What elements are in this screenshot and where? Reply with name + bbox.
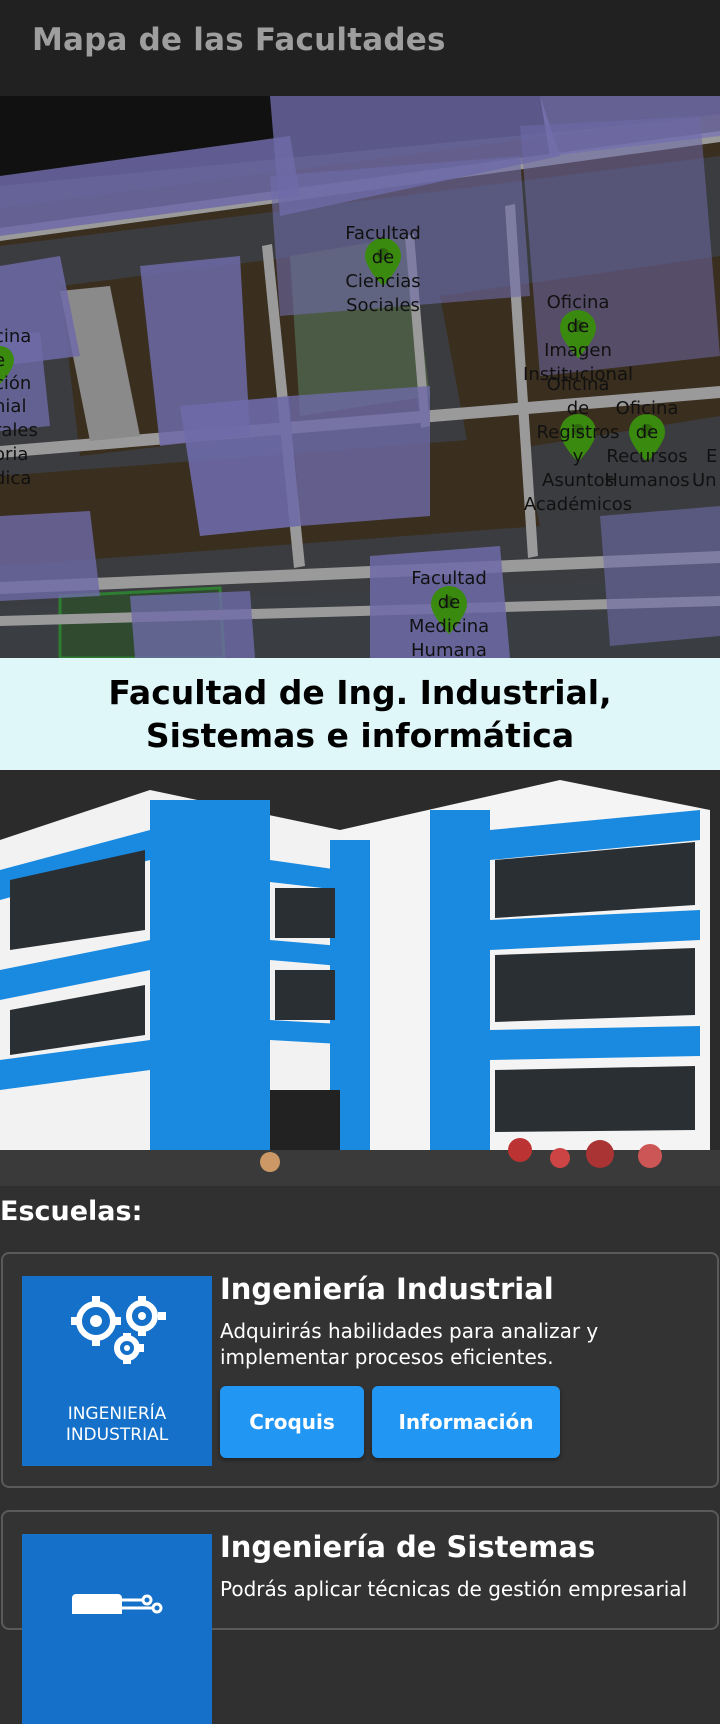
map-label: Medicina bbox=[409, 616, 489, 637]
map-label: de bbox=[372, 247, 395, 268]
map-label: Facultad bbox=[345, 223, 421, 244]
gears-icon bbox=[71, 1296, 166, 1364]
map-label: Facultad bbox=[411, 568, 487, 589]
map-label: dica bbox=[0, 468, 31, 489]
school-description: Adquirirás habilidades para analizar y i… bbox=[220, 1319, 599, 1369]
faculty-banner: Facultad de Ing. Industrial, Sistemas e … bbox=[0, 658, 720, 770]
map-label: de bbox=[567, 316, 590, 337]
map-label: Recursos bbox=[606, 446, 687, 467]
map-label: de bbox=[636, 422, 659, 443]
map-label: E bbox=[706, 446, 717, 467]
campus-map[interactable]: Facultad de Ciencias Sociales Oficina de… bbox=[0, 96, 720, 658]
thumb-caption-line: INGENIERÍA bbox=[67, 1404, 167, 1424]
map-label: Sociales bbox=[346, 295, 420, 316]
map-label: rales bbox=[0, 420, 38, 441]
map-label: nial bbox=[0, 396, 26, 417]
map-label: Ciencias bbox=[345, 271, 420, 292]
map-label: oria bbox=[0, 444, 28, 465]
industrial-thumb-caption: INGENIERÍA INDUSTRIAL bbox=[22, 1404, 212, 1446]
map-label: y bbox=[573, 446, 584, 467]
map-label: Académicos bbox=[524, 494, 632, 515]
school-title: Ingeniería Industrial bbox=[220, 1272, 554, 1306]
school-card-industrial: INGENIERÍA INDUSTRIAL Ingeniería Industr… bbox=[1, 1252, 719, 1488]
map-label: Humana bbox=[411, 640, 487, 658]
map-label: e bbox=[0, 350, 5, 371]
map-label: Oficina bbox=[616, 398, 679, 419]
thumb-caption-line: INDUSTRIAL bbox=[65, 1425, 169, 1445]
circuit-icon bbox=[72, 1594, 163, 1624]
informacion-button[interactable]: Información bbox=[372, 1386, 560, 1458]
map-label: de bbox=[438, 592, 461, 613]
app-title: Mapa de las Facultades bbox=[32, 22, 446, 58]
map-label: Asuntos bbox=[542, 470, 614, 491]
map-label: Registros bbox=[536, 422, 619, 443]
building-illustration bbox=[0, 770, 720, 1186]
school-card-sistemas: Ingeniería de Sistemas Podrás aplicar té… bbox=[1, 1510, 719, 1724]
map-label: de bbox=[567, 398, 590, 419]
map-canvas[interactable]: Facultad de Ciencias Sociales Oficina de… bbox=[0, 96, 720, 658]
map-label: Imagen bbox=[544, 340, 612, 361]
map-label: Oficina bbox=[547, 374, 610, 395]
map-label: ción bbox=[0, 373, 31, 394]
map-label: Humanos bbox=[604, 470, 689, 491]
school-title: Ingeniería de Sistemas bbox=[220, 1530, 596, 1564]
croquis-button[interactable]: Croquis bbox=[220, 1386, 364, 1458]
sistemas-thumbnail bbox=[22, 1534, 212, 1724]
map-label: cina bbox=[0, 326, 31, 347]
app-bar: Mapa de las Facultades bbox=[0, 0, 720, 96]
schools-label: Escuelas: bbox=[0, 1196, 143, 1227]
map-label: Un bbox=[692, 470, 717, 491]
faculty-building-photo bbox=[0, 770, 720, 1186]
school-description: Podrás aplicar técnicas de gestión empre… bbox=[220, 1577, 688, 1601]
industrial-thumbnail: INGENIERÍA INDUSTRIAL bbox=[22, 1276, 212, 1466]
faculty-title: Facultad de Ing. Industrial, Sistemas e … bbox=[108, 673, 612, 755]
map-label: Oficina bbox=[547, 292, 610, 313]
